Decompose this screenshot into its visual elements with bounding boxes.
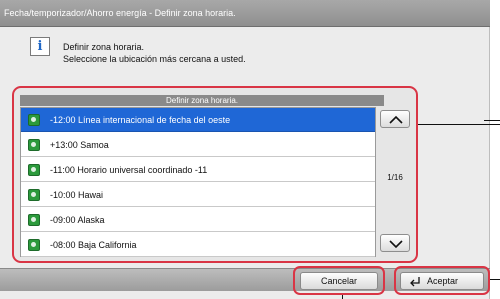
info-icon: i: [30, 37, 50, 56]
callout-leader-cancel: [342, 295, 343, 299]
window-title: Fecha/temporizador/Ahorro energía - Defi…: [0, 0, 490, 27]
chevron-up-icon: [389, 115, 403, 124]
list-item[interactable]: +13:00 Samoa: [21, 133, 375, 157]
list-item-label: +13:00 Samoa: [50, 140, 109, 150]
callout-leader-list: [418, 124, 500, 125]
list-item-label: -11:00 Horario universal coordinado -11: [50, 165, 208, 175]
globe-icon: [28, 139, 40, 151]
list-item-label: -12:00 Línea internacional de fecha del …: [50, 115, 231, 125]
list-header: Definir zona horaria.: [20, 95, 384, 106]
message-line-2: Seleccione la ubicación más cercana a us…: [63, 54, 246, 64]
list-item[interactable]: -11:00 Horario universal coordinado -11: [21, 158, 375, 182]
list-item-label: -09:00 Alaska: [50, 215, 105, 225]
device-screen: Fecha/temporizador/Ahorro energía - Defi…: [0, 0, 490, 299]
list-item[interactable]: -10:00 Hawai: [21, 183, 375, 207]
globe-icon: [28, 239, 40, 251]
callout-leader-list-end: [484, 120, 500, 121]
globe-icon: [28, 214, 40, 226]
globe-icon: [28, 189, 40, 201]
list-item[interactable]: -08:00 Baja California: [21, 233, 375, 257]
accept-callout-frame: [394, 266, 490, 295]
scroll-up-button[interactable]: [380, 110, 410, 128]
page-indicator: 1/16: [387, 173, 403, 182]
list-item[interactable]: -12:00 Línea internacional de fecha del …: [21, 108, 375, 132]
message-line-1: Definir zona horaria.: [63, 42, 145, 52]
globe-icon: [28, 164, 40, 176]
globe-icon: [28, 114, 40, 126]
chevron-down-icon: [389, 240, 403, 249]
timezone-list: -12:00 Línea internacional de fecha del …: [20, 107, 376, 257]
scroll-down-button[interactable]: [380, 234, 410, 252]
timezone-list-panel: Definir zona horaria. -12:00 Línea inter…: [12, 86, 418, 263]
list-item-label: -08:00 Baja California: [50, 240, 137, 250]
list-scroll-controls: 1/16: [376, 107, 414, 257]
list-item-label: -10:00 Hawai: [50, 190, 104, 200]
cancel-callout-frame: [293, 266, 385, 295]
instruction-message: i Definir zona horaria. Seleccione la ub…: [30, 36, 470, 70]
list-item[interactable]: -09:00 Alaska: [21, 208, 375, 232]
callout-leader-accept: [490, 279, 500, 280]
